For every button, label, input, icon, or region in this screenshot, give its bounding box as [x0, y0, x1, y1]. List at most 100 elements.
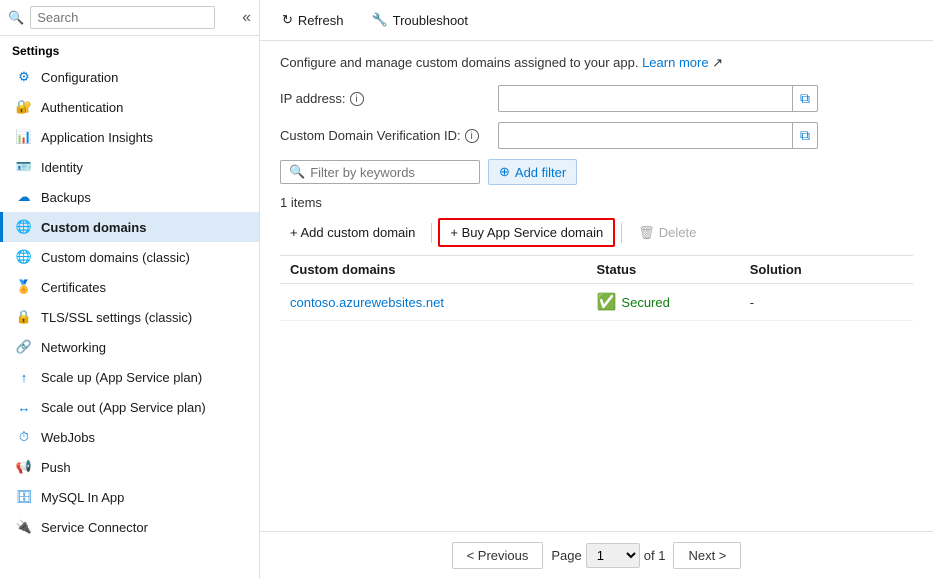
col-header-domain: Custom domains — [290, 262, 597, 277]
sidebar-item-label-authentication: Authentication — [41, 100, 123, 115]
sidebar-item-authentication[interactable]: 🔐 Authentication — [0, 92, 259, 122]
sidebar-item-label-service-connector: Service Connector — [41, 520, 148, 535]
add-filter-icon: ⊕ — [499, 164, 510, 180]
sidebar-item-tls-ssl-settings[interactable]: 🔒 TLS/SSL settings (classic) — [0, 302, 259, 332]
filter-input-wrapper: 🔍 — [280, 160, 480, 184]
troubleshoot-icon: 🔧 — [371, 12, 387, 28]
configuration-icon: ⚙ — [15, 68, 33, 86]
main-content: ↻ Refresh 🔧 Troubleshoot Configure and m… — [260, 0, 933, 579]
refresh-button[interactable]: ↻ Refresh — [276, 8, 349, 32]
sidebar-item-application-insights[interactable]: 📊 Application Insights — [0, 122, 259, 152]
custom-domain-id-input[interactable] — [499, 124, 792, 147]
domain-cell-0: contoso.azurewebsites.net — [290, 295, 597, 310]
delete-button[interactable]: 🗑 Delete — [628, 220, 706, 246]
sidebar-item-scale-up[interactable]: ↑ Scale up (App Service plan) — [0, 362, 259, 392]
sidebar-item-configuration[interactable]: ⚙ Configuration — [0, 62, 259, 92]
custom-domain-id-input-wrapper: ⧉ — [498, 122, 818, 149]
action-separator-2 — [621, 223, 622, 243]
ip-address-copy-button[interactable]: ⧉ — [792, 86, 817, 111]
custom-domain-id-info-icon[interactable]: i — [465, 129, 479, 143]
table-rows-container: contoso.azurewebsites.net ✅ Secured - — [280, 284, 913, 321]
settings-section-label: Settings — [0, 36, 259, 62]
sidebar-item-custom-domains[interactable]: 🌐 Custom domains — [0, 212, 259, 242]
sidebar-item-mysql-in-app[interactable]: 🗄 MySQL In App — [0, 482, 259, 512]
sidebar-item-label-application-insights: Application Insights — [41, 130, 153, 145]
table-row: contoso.azurewebsites.net ✅ Secured - — [280, 284, 913, 321]
certificates-icon: 🏅 — [15, 278, 33, 296]
sidebar-item-label-networking: Networking — [41, 340, 106, 355]
sidebar-item-push[interactable]: 📢 Push — [0, 452, 259, 482]
filter-input[interactable] — [310, 165, 471, 180]
sidebar-item-backups[interactable]: ☁ Backups — [0, 182, 259, 212]
troubleshoot-label: Troubleshoot — [393, 13, 468, 28]
sidebar-search-bar: 🔍 « — [0, 0, 259, 36]
custom-domain-id-copy-button[interactable]: ⧉ — [792, 123, 817, 148]
search-icon: 🔍 — [8, 10, 24, 26]
sidebar-item-label-certificates: Certificates — [41, 280, 106, 295]
description-text: Configure and manage custom domains assi… — [280, 55, 913, 71]
scale-up-icon: ↑ — [15, 368, 33, 386]
ip-address-label: IP address: i — [280, 91, 490, 106]
domain-link-0[interactable]: contoso.azurewebsites.net — [290, 295, 444, 310]
ip-address-info-icon[interactable]: i — [350, 92, 364, 106]
status-cell-0: ✅ Secured — [597, 292, 750, 312]
sidebar: 🔍 « Settings ⚙ Configuration 🔐 Authentic… — [0, 0, 260, 579]
webjobs-icon: ⏱ — [15, 428, 33, 446]
sidebar-item-certificates[interactable]: 🏅 Certificates — [0, 272, 259, 302]
custom-domain-id-row: Custom Domain Verification ID: i ⧉ — [280, 122, 913, 149]
sidebar-item-label-push: Push — [41, 460, 71, 475]
delete-icon: 🗑 — [638, 225, 655, 241]
sidebar-item-label-backups: Backups — [41, 190, 91, 205]
add-custom-domain-button[interactable]: + Add custom domain — [280, 220, 425, 245]
sidebar-item-identity[interactable]: 🪪 Identity — [0, 152, 259, 182]
application-insights-icon: 📊 — [15, 128, 33, 146]
sidebar-item-label-webjobs: WebJobs — [41, 430, 95, 445]
buy-domain-label: + Buy App Service domain — [450, 225, 603, 240]
refresh-icon: ↻ — [282, 12, 293, 28]
previous-button[interactable]: < Previous — [452, 542, 544, 569]
action-bar: + Add custom domain + Buy App Service do… — [280, 218, 913, 255]
authentication-icon: 🔐 — [15, 98, 33, 116]
action-separator-1 — [431, 223, 432, 243]
sidebar-item-scale-out[interactable]: ↔ Scale out (App Service plan) — [0, 392, 259, 422]
add-filter-label: Add filter — [515, 165, 566, 180]
page-select-wrapper: Page 1 of 1 — [551, 543, 665, 568]
ip-address-input-wrapper: ⧉ — [498, 85, 818, 112]
sidebar-item-custom-domains-classic[interactable]: 🌐 Custom domains (classic) — [0, 242, 259, 272]
add-domain-label: + Add custom domain — [290, 225, 415, 240]
backups-icon: ☁ — [15, 188, 33, 206]
page-select[interactable]: 1 — [586, 543, 640, 568]
table-header: Custom domains Status Solution — [280, 256, 913, 284]
refresh-label: Refresh — [298, 13, 344, 28]
tls-ssl-settings-icon: 🔒 — [15, 308, 33, 326]
filter-icon: 🔍 — [289, 164, 305, 180]
add-filter-button[interactable]: ⊕ Add filter — [488, 159, 577, 185]
col-header-status: Status — [597, 262, 750, 277]
content-area: Configure and manage custom domains assi… — [260, 41, 933, 531]
sidebar-item-label-configuration: Configuration — [41, 70, 118, 85]
delete-label: Delete — [659, 225, 697, 240]
pagination: < Previous Page 1 of 1 Next > — [260, 531, 933, 579]
collapse-sidebar-button[interactable]: « — [242, 9, 251, 27]
sidebar-item-service-connector[interactable]: 🔌 Service Connector — [0, 512, 259, 542]
learn-more-link[interactable]: Learn more — [642, 55, 708, 70]
sidebar-item-label-scale-out: Scale out (App Service plan) — [41, 400, 206, 415]
ip-address-input[interactable] — [499, 87, 792, 110]
troubleshoot-button[interactable]: 🔧 Troubleshoot — [365, 8, 474, 32]
sidebar-item-label-custom-domains-classic: Custom domains (classic) — [41, 250, 190, 265]
buy-app-service-domain-button[interactable]: + Buy App Service domain — [438, 218, 615, 247]
next-button[interactable]: Next > — [673, 542, 741, 569]
search-input[interactable] — [30, 6, 215, 29]
networking-icon: 🔗 — [15, 338, 33, 356]
service-connector-icon: 🔌 — [15, 518, 33, 536]
sidebar-item-label-tls-ssl-settings: TLS/SSL settings (classic) — [41, 310, 192, 325]
identity-icon: 🪪 — [15, 158, 33, 176]
sidebar-item-webjobs[interactable]: ⏱ WebJobs — [0, 422, 259, 452]
sidebar-item-networking[interactable]: 🔗 Networking — [0, 332, 259, 362]
push-icon: 📢 — [15, 458, 33, 476]
sidebar-item-label-mysql-in-app: MySQL In App — [41, 490, 124, 505]
items-count: 1 items — [280, 195, 913, 210]
of-label: of 1 — [644, 548, 666, 563]
solution-cell-0: - — [750, 295, 903, 310]
sidebar-item-label-custom-domains: Custom domains — [41, 220, 146, 235]
